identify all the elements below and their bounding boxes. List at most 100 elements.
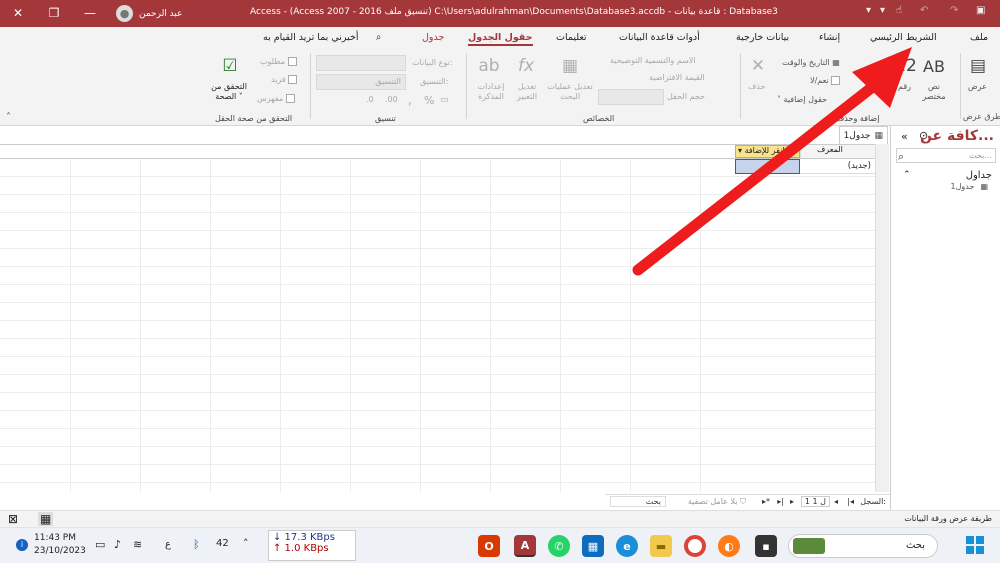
number-button[interactable]: رقم xyxy=(898,82,911,91)
datasheet-view-icon[interactable]: ▦ xyxy=(38,512,54,526)
tab-table[interactable]: جدول xyxy=(422,32,444,43)
app-icon[interactable]: ▪ xyxy=(755,535,777,557)
number-icon[interactable]: 12 xyxy=(894,54,918,78)
account-button[interactable]: ● عبد الرحمن xyxy=(116,5,183,22)
grid-line xyxy=(0,410,875,411)
percent-icon[interactable]: % xyxy=(424,94,434,107)
tab-create[interactable]: إنشاء xyxy=(819,32,840,43)
design-view-icon[interactable]: ⊠ xyxy=(8,512,18,526)
file-explorer-icon[interactable]: ▬ xyxy=(650,535,672,557)
bluetooth-icon[interactable]: ᛒ xyxy=(193,538,200,551)
taskbar-search[interactable]: بحث xyxy=(788,534,938,558)
new-row-id-cell[interactable]: (جديد) xyxy=(800,159,875,174)
column-header-add[interactable]: ▾ انقر للإضافة xyxy=(735,145,800,158)
touch-mode-icon[interactable]: ☝ xyxy=(896,5,902,16)
first-record-icon[interactable]: |◂ xyxy=(847,497,854,506)
yes-no-button[interactable]: نعم/لا xyxy=(810,76,841,85)
clock-time[interactable]: 11:43 PM xyxy=(34,533,76,543)
tray-expand-icon[interactable]: ˄ xyxy=(243,537,249,550)
tell-me-box[interactable]: أخبرني بما تريد القيام به xyxy=(263,32,359,43)
tab-file[interactable]: ملف xyxy=(970,32,988,43)
edge-icon[interactable]: e xyxy=(616,535,638,557)
tab-home[interactable]: الشريط الرئيسي xyxy=(870,32,937,43)
data-type-select[interactable] xyxy=(316,55,406,71)
access-icon[interactable]: A xyxy=(514,535,536,557)
restore-button[interactable]: ❐ xyxy=(42,4,66,22)
delete-field-button[interactable]: حذف xyxy=(748,82,765,91)
nav-section-label[interactable]: جداول xyxy=(966,170,992,181)
shutter-bar-icon[interactable]: « xyxy=(901,130,908,143)
default-value-button[interactable]: القيمة الافتراضية xyxy=(649,73,705,82)
volume-icon[interactable]: ♪ xyxy=(114,538,121,551)
save-icon[interactable]: ▣ xyxy=(976,5,985,16)
modify-lookups-icon[interactable]: ▦ xyxy=(558,54,582,78)
office-icon[interactable]: O xyxy=(478,535,500,557)
wifi-icon[interactable]: ≋ xyxy=(133,538,142,551)
last-record-icon[interactable]: ▸| xyxy=(777,497,784,506)
close-button[interactable]: ✕ xyxy=(6,4,30,22)
undo-icon[interactable]: ↶ xyxy=(920,5,928,16)
format-select[interactable]: التنسيق xyxy=(316,74,406,90)
view-button-label[interactable]: عرض xyxy=(968,82,987,91)
info-icon[interactable]: i xyxy=(16,539,28,551)
short-text-button[interactable]: نص مختصر xyxy=(920,82,948,102)
filter-indicator[interactable]: بلا عامل تصفية ⛉ xyxy=(688,497,746,507)
field-size-input[interactable] xyxy=(598,89,664,105)
battery-icon[interactable]: ▭ xyxy=(95,538,105,551)
whatsapp-icon[interactable]: ✆ xyxy=(548,535,570,557)
validate-icon[interactable]: ☑ xyxy=(218,54,242,78)
document-tab[interactable]: جدول1 ▦ xyxy=(838,126,888,144)
chrome-icon[interactable] xyxy=(684,535,706,557)
next-record-icon[interactable]: ▸ xyxy=(790,497,794,506)
column-header-id[interactable]: المعرف xyxy=(800,145,875,158)
record-search-box[interactable]: بحث xyxy=(610,496,666,507)
nav-title[interactable]: كافة عن... xyxy=(920,128,994,144)
more-fields-button[interactable]: ˅ حقول إضافية xyxy=(777,95,827,104)
date-time-button[interactable]: التاريخ والوقت ▦ xyxy=(782,58,840,67)
firefox-icon[interactable]: ◐ xyxy=(718,535,740,557)
tab-external-data[interactable]: بيانات خارجية xyxy=(736,32,789,43)
grid-line xyxy=(70,160,71,492)
expression-icon[interactable]: fx xyxy=(514,54,538,78)
tab-database-tools[interactable]: أدوات قاعدة البيانات xyxy=(619,32,700,43)
grid-line xyxy=(350,160,351,492)
nav-search-input[interactable]: بحث... xyxy=(896,148,996,163)
modify-lookups-button[interactable]: تعديل عمليات البحث xyxy=(542,82,598,102)
prev-record-icon[interactable]: ◂ xyxy=(834,497,838,506)
delete-field-icon[interactable]: ✕ xyxy=(746,54,770,78)
vertical-scrollbar[interactable] xyxy=(875,144,889,492)
tab-table-fields[interactable]: حقول الجدول xyxy=(468,32,533,46)
windows-start-icon[interactable] xyxy=(966,536,984,554)
required-checkbox[interactable]: مطلوب xyxy=(260,57,297,66)
record-position-input[interactable]: 1 ل 1 xyxy=(800,496,830,507)
ribbon-tabs: ملف الشريط الرئيسي إنشاء بيانات خارجية أ… xyxy=(0,27,1000,49)
validation-button[interactable]: التحقق من الصحة ˅ xyxy=(206,82,252,102)
minimize-button[interactable]: — xyxy=(78,4,102,22)
view-icon[interactable]: ▤ xyxy=(966,54,990,78)
name-caption-button[interactable]: الاسم والتسمية التوضيحية xyxy=(610,56,696,65)
collapse-ribbon-icon[interactable]: ˄ xyxy=(6,112,11,123)
indexed-checkbox[interactable]: مفهرس xyxy=(257,94,295,103)
modify-expression-button[interactable]: تعديل التعبير xyxy=(514,82,540,102)
weather-temp[interactable]: 42 xyxy=(216,538,229,549)
new-row-add-cell[interactable] xyxy=(735,159,800,174)
redo-icon[interactable]: ↷ xyxy=(950,5,958,16)
title-bar: ✕ ❐ — ● عبد الرحمن Access - (Access 2007… xyxy=(0,0,1000,27)
memo-settings-icon[interactable]: ab xyxy=(477,54,501,78)
unique-checkbox[interactable]: فريد xyxy=(271,75,298,84)
language-indicator[interactable]: ع xyxy=(165,539,171,550)
comma-icon[interactable]: , xyxy=(408,93,412,107)
currency-icon[interactable]: ▭ xyxy=(440,95,449,105)
short-text-icon[interactable]: AB xyxy=(922,54,946,78)
qat-more-icon[interactable]: ▾ xyxy=(880,5,885,16)
customize-qat-icon[interactable]: ▾ xyxy=(866,5,871,16)
memo-settings-button[interactable]: إعدادات المذكرة xyxy=(476,82,506,102)
clock-date[interactable]: 23/10/2023 xyxy=(34,546,86,556)
new-record-icon[interactable]: ▸* xyxy=(762,497,770,506)
store-icon[interactable]: ▦ xyxy=(582,535,604,557)
collapse-section-icon[interactable]: ⌃ xyxy=(903,170,911,180)
nav-item-table1[interactable]: جدول1 ▦ xyxy=(951,182,988,191)
decrease-decimals-icon[interactable]: .0 xyxy=(366,95,374,104)
tab-help[interactable]: تعليمات xyxy=(556,32,587,43)
increase-decimals-icon[interactable]: .00 xyxy=(385,95,398,104)
